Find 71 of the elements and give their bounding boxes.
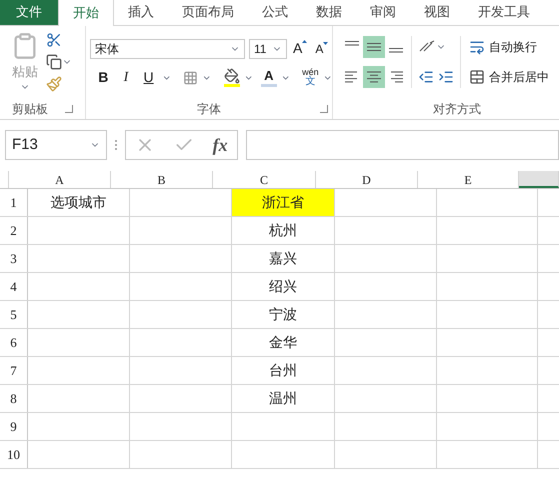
align-button[interactable] bbox=[363, 66, 385, 88]
align-icon bbox=[389, 48, 403, 53]
font-color-button[interactable]: A bbox=[260, 68, 277, 86]
copy-icon[interactable] bbox=[46, 54, 62, 70]
column-header[interactable]: D bbox=[316, 171, 418, 188]
table-cell-text: 嘉兴 bbox=[268, 249, 298, 268]
row-header[interactable]: 4 bbox=[0, 273, 28, 300]
align-icon bbox=[389, 71, 403, 83]
ribbon-tab[interactable]: 开发工具 bbox=[464, 0, 544, 25]
table-cell-text: 绍兴 bbox=[268, 277, 298, 296]
phonetic-button[interactable]: wén 文 bbox=[302, 68, 319, 87]
align-icon bbox=[367, 71, 381, 83]
up-triangle-icon bbox=[302, 40, 308, 43]
paintbrush-icon[interactable] bbox=[46, 76, 62, 92]
indent-increase-icon[interactable] bbox=[438, 69, 454, 85]
ribbon-tab[interactable]: 页面布局 bbox=[168, 0, 248, 25]
row-header[interactable]: 5 bbox=[0, 301, 28, 328]
ribbon-tab[interactable]: 插入 bbox=[114, 0, 168, 25]
wrap-text-button[interactable]: 自动换行 bbox=[469, 36, 549, 58]
indent-decrease-icon[interactable] bbox=[418, 69, 434, 85]
row-header[interactable]: 1 bbox=[0, 189, 28, 216]
group-label: 剪贴板 bbox=[12, 101, 48, 118]
group-label: 字体 bbox=[197, 101, 221, 118]
name-box[interactable]: F13 bbox=[5, 130, 107, 160]
row-header[interactable]: 9 bbox=[0, 413, 28, 440]
merge-cells-icon bbox=[469, 69, 485, 85]
table-cell: 浙江省 bbox=[232, 189, 334, 216]
table-cell-text: 温州 bbox=[268, 389, 298, 408]
table-cell-text: 宁波 bbox=[268, 305, 298, 324]
font-size-field[interactable]: 11 bbox=[249, 38, 287, 58]
table-cell-text: 台州 bbox=[268, 361, 298, 380]
borders-icon[interactable] bbox=[183, 70, 198, 86]
align-icon bbox=[345, 41, 359, 46]
table-cell-text: 金华 bbox=[268, 333, 298, 352]
ribbon-tab[interactable]: 审阅 bbox=[356, 0, 410, 25]
fill-color-button[interactable] bbox=[224, 68, 240, 87]
wrap-icon bbox=[469, 39, 485, 55]
shrink-font-button[interactable]: A bbox=[313, 40, 330, 58]
ribbon-tab[interactable]: 开始 bbox=[58, 0, 114, 26]
insert-function-button[interactable]: fx bbox=[212, 132, 228, 158]
down-triangle-icon bbox=[323, 42, 328, 44]
formula-field[interactable] bbox=[246, 130, 559, 160]
ribbon-tab[interactable]: 视图 bbox=[410, 0, 464, 25]
group-label: 对齐方式 bbox=[433, 101, 481, 118]
row-header[interactable]: 6 bbox=[0, 329, 28, 356]
italic-button[interactable]: I bbox=[116, 67, 136, 88]
grow-font-button[interactable]: A bbox=[291, 38, 310, 59]
row-header[interactable]: 10 bbox=[0, 441, 28, 468]
ribbon-tab[interactable]: 数据 bbox=[302, 0, 356, 25]
row-header[interactable]: 7 bbox=[0, 357, 28, 384]
dialog-launcher-icon[interactable] bbox=[320, 105, 328, 113]
column-header[interactable] bbox=[519, 171, 559, 188]
table-cell-text: 杭州 bbox=[268, 221, 298, 240]
font-name-field[interactable]: 宋体 bbox=[90, 38, 245, 58]
file-tab[interactable]: 文件 bbox=[0, 0, 58, 25]
merge-center-button[interactable]: 合并后居中 bbox=[469, 66, 549, 88]
column-header[interactable]: B bbox=[111, 171, 213, 188]
scissors-icon[interactable] bbox=[46, 32, 62, 48]
row-header[interactable]: 2 bbox=[0, 217, 28, 244]
bold-button[interactable]: B bbox=[94, 67, 113, 88]
align-icon bbox=[345, 71, 359, 83]
underline-button[interactable]: U bbox=[139, 67, 158, 88]
dialog-launcher-icon[interactable] bbox=[65, 105, 73, 113]
column-header[interactable]: C bbox=[213, 171, 316, 188]
row-header[interactable]: 8 bbox=[0, 385, 28, 412]
table-cell-text: 选项城市 bbox=[50, 193, 108, 212]
ribbon-tab[interactable]: 公式 bbox=[248, 0, 302, 25]
align-icon bbox=[367, 43, 381, 51]
column-header[interactable]: A bbox=[9, 171, 111, 188]
row-header[interactable]: 3 bbox=[0, 245, 28, 272]
align-button[interactable] bbox=[363, 36, 385, 58]
